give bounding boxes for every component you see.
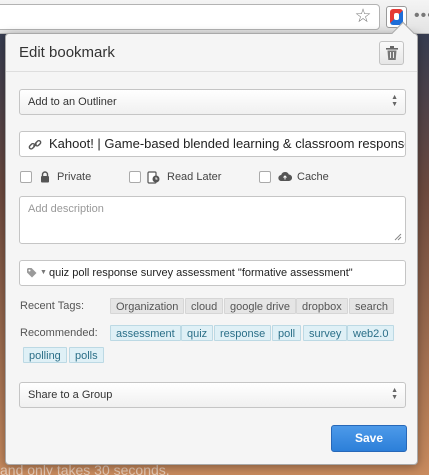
recent-tag[interactable]: search	[349, 298, 395, 314]
resize-grip-icon[interactable]	[394, 233, 402, 241]
bookmark-title-field[interactable]: Kahoot! | Game-based blended learning & …	[19, 131, 406, 157]
delete-bookmark-button[interactable]	[379, 41, 404, 65]
bookmark-star-icon[interactable]: ☆	[352, 6, 374, 28]
recommended-tag[interactable]: quiz	[181, 325, 214, 341]
bookmark-title-value: Kahoot! | Game-based blended learning & …	[49, 136, 405, 151]
outliner-select-value: Add to an Outliner	[28, 96, 117, 108]
select-arrows-icon: ▲ ▼	[391, 94, 398, 108]
browser-toolbar: ☆ •••	[0, 0, 429, 34]
recent-tag[interactable]: cloud	[185, 298, 224, 314]
popup-header: Edit bookmark	[6, 34, 417, 72]
lock-icon	[41, 171, 49, 183]
cloud-icon	[278, 171, 292, 182]
recent-tag[interactable]: google drive	[224, 298, 296, 314]
read-later-icon	[147, 171, 160, 184]
select-arrows-icon: ▲ ▼	[391, 387, 398, 401]
read-later-label: Read Later	[167, 171, 222, 183]
recent-tags-label: Recent Tags:	[20, 300, 85, 312]
group-select[interactable]: Share to a Group ▲ ▼	[19, 382, 406, 408]
tags-value: quiz poll response survey assessment "fo…	[49, 267, 353, 279]
edit-bookmark-popup: Edit bookmark Add to an Outliner ▲ ▼ Kaho…	[5, 21, 418, 465]
recommended-tag[interactable]: poll	[272, 325, 302, 341]
link-icon	[28, 139, 42, 150]
trash-icon	[386, 46, 398, 60]
tag-dropdown-icon[interactable]: ▼	[40, 269, 47, 276]
recommended-tag[interactable]: survey	[303, 325, 348, 341]
read-later-checkbox[interactable]	[129, 171, 141, 183]
recent-tag[interactable]: Organization	[110, 298, 185, 314]
tags-input[interactable]: ▼ quiz poll response survey assessment "…	[19, 260, 406, 286]
recommended-tag[interactable]: assessment	[110, 325, 181, 341]
description-field[interactable]	[19, 196, 406, 244]
address-bar[interactable]	[0, 4, 380, 30]
recommended-label: Recommended:	[20, 327, 98, 339]
popup-title: Edit bookmark	[19, 44, 115, 61]
recent-tag[interactable]: dropbox	[296, 298, 348, 314]
tag-icon	[27, 268, 37, 278]
recommended-tag[interactable]: polls	[69, 347, 104, 363]
private-checkbox[interactable]	[20, 171, 32, 183]
private-label: Private	[57, 171, 92, 183]
group-select-value: Share to a Group	[28, 389, 113, 401]
recommended-tag[interactable]: response	[214, 325, 272, 341]
cache-label: Cache	[297, 171, 329, 183]
more-icon[interactable]: •••	[414, 6, 429, 28]
recommended-tag[interactable]: web2.0	[347, 325, 395, 341]
save-button[interactable]: Save	[331, 425, 407, 452]
recommended-tag[interactable]: polling	[23, 347, 67, 363]
outliner-select[interactable]: Add to an Outliner ▲ ▼	[19, 89, 406, 115]
cache-checkbox[interactable]	[259, 171, 271, 183]
